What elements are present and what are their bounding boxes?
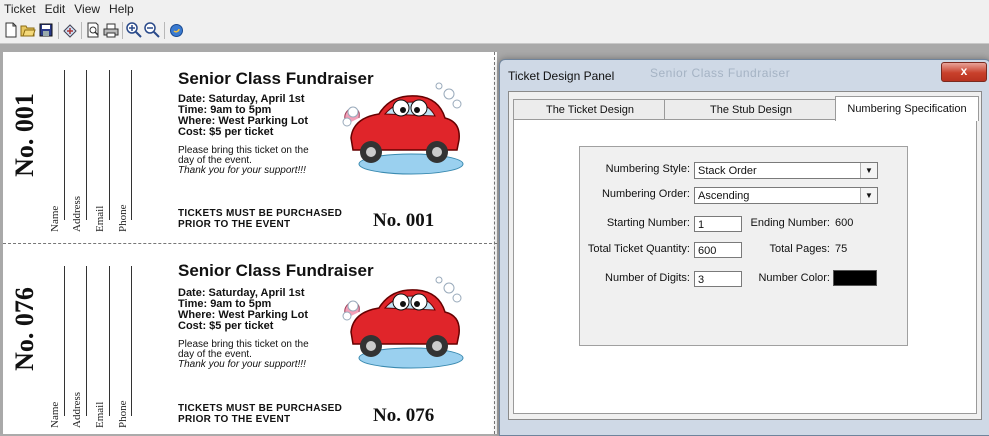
stub-label-address: Address [71,195,83,232]
chevron-down-icon[interactable]: ▼ [860,163,877,178]
ticket-details: Date: Saturday, April 1st Time: 9am to 5p… [178,287,308,332]
total-quantity-input[interactable]: 600 [694,242,742,258]
number-color-label: Number Color: [758,272,830,284]
car-wash-clipart [342,276,464,369]
stub-label-email: Email [94,401,106,428]
stub-label-name: Name [49,205,61,232]
stub-label-email: Email [94,205,106,232]
digits-input[interactable]: 3 [694,271,742,287]
ticket-1: No. 001 Name Address Email Phone Senior … [3,52,497,242]
design-icon[interactable] [62,22,78,38]
new-icon[interactable] [3,22,19,38]
ending-number-label: Ending Number: [750,217,831,229]
stub-label-name: Name [49,401,61,428]
zoom-out-icon[interactable] [144,22,160,38]
car-wash-clipart [342,82,464,175]
menu-ticket[interactable]: Ticket [0,0,41,17]
stub-label-phone: Phone [117,204,129,233]
tab-ticket-design[interactable]: The Ticket Design [513,99,667,120]
ticket-note: Please bring this ticket on the day of th… [178,339,309,370]
purchase-notice: TICKETS MUST BE PURCHASED PRIOR TO THE EV… [178,403,343,425]
starting-number-label: Starting Number: [606,217,690,229]
ticket-details: Date: Saturday, April 1st Time: 9am to 5p… [178,93,308,138]
close-button[interactable]: x [941,62,987,82]
panel-title: Ticket Design Panel [508,69,615,83]
numbering-tab-page: Numbering Style: Stack Order ▼ Numbering … [513,119,977,414]
starting-number-input[interactable]: 1 [694,216,742,232]
ticket-design-panel: Senior Class Fundraiser Ticket Design Pa… [499,59,989,436]
help-icon[interactable] [168,22,184,38]
ticket-number: No. 076 [373,405,435,426]
toolbar [0,18,989,44]
numbering-order-select[interactable]: Ascending ▼ [694,187,878,204]
numbering-style-select[interactable]: Stack Order ▼ [694,162,878,179]
open-icon[interactable] [20,22,36,38]
tab-numbering-specification[interactable]: Numbering Specification [835,96,979,121]
stub-number: No. 076 [10,287,39,371]
zoom-in-icon[interactable] [126,22,142,38]
save-icon[interactable] [38,22,54,38]
numbering-order-label: Numbering Order: [601,188,690,200]
total-quantity-label: Total Ticket Quantity: [587,243,690,255]
print-icon[interactable] [103,22,119,38]
total-pages-value: 75 [835,243,848,255]
tab-stub-design[interactable]: The Stub Design [664,99,838,120]
digits-label: Number of Digits: [605,272,690,284]
ticket-sheet: No. 001 Name Address Email Phone Senior … [3,52,497,434]
numbering-style-label: Numbering Style: [605,163,690,175]
ghost-title: Senior Class Fundraiser [650,66,791,80]
ending-number-value: 600 [835,217,854,229]
ticket-note: Please bring this ticket on the day of th… [178,145,309,176]
ticket-divider [3,243,497,244]
menu-bar: Ticket Edit View Help [0,0,989,18]
ticket-2: No. 076 Name Address Email Phone Senior … [3,246,497,436]
chevron-down-icon[interactable]: ▼ [860,188,877,203]
ticket-number: No. 001 [373,210,435,231]
print-preview-icon[interactable] [85,22,101,38]
stub-label-phone: Phone [117,400,129,429]
menu-view[interactable]: View [70,0,105,17]
page-boundary [494,52,495,434]
stub-label-address: Address [71,391,83,428]
total-pages-label: Total Pages: [769,243,830,255]
panel-body: The Ticket Design The Stub Design Number… [508,91,982,420]
number-color-swatch[interactable] [833,270,877,286]
menu-edit[interactable]: Edit [41,0,71,17]
menu-help[interactable]: Help [105,0,139,17]
purchase-notice: TICKETS MUST BE PURCHASED PRIOR TO THE EV… [178,208,343,230]
stub-number: No. 001 [10,93,39,177]
numbering-group: Numbering Style: Stack Order ▼ Numbering … [579,146,908,346]
